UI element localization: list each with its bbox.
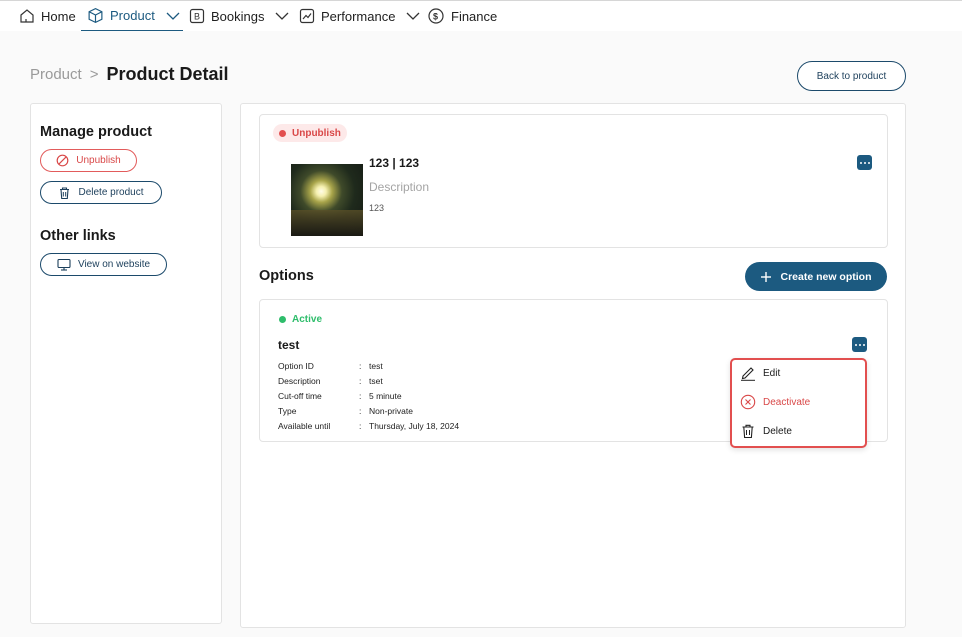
option-detail-row: Available until: Thursday, July 18, 2024 xyxy=(278,421,460,431)
ban-icon xyxy=(56,154,69,167)
nav-item-product[interactable]: Product xyxy=(81,1,183,31)
trend-icon xyxy=(299,8,315,24)
home-icon xyxy=(20,9,34,23)
option-actions-menu: Edit Deactivate Delete xyxy=(730,358,867,448)
view-on-website-button[interactable]: View on website xyxy=(40,253,167,276)
svg-text:B: B xyxy=(194,12,200,22)
unpublish-button[interactable]: Unpublish xyxy=(40,149,137,172)
chevron-down-icon xyxy=(406,12,420,20)
option-detail-row: Description: tset xyxy=(278,376,383,386)
page-title: Product Detail xyxy=(106,64,229,84)
menu-item-delete[interactable]: Delete xyxy=(740,423,792,439)
top-navigation: Home Product B Bookings Performance $ Fi… xyxy=(0,0,962,31)
pencil-icon xyxy=(741,367,755,381)
option-detail-row: Type: Non-private xyxy=(278,406,413,416)
breadcrumb-separator: > xyxy=(89,66,99,83)
nav-item-home[interactable]: Home xyxy=(19,1,76,31)
nav-label-home: Home xyxy=(41,8,76,24)
option-more-button[interactable] xyxy=(852,337,867,352)
manage-sidebar: Manage product Unpublish Delete product … xyxy=(30,103,222,624)
product-card: Unpublish 123 | 123 Description 123 xyxy=(259,114,888,248)
option-detail-value: test xyxy=(369,361,383,371)
option-detail-key: Type xyxy=(278,406,297,416)
option-detail-key: Available until xyxy=(278,421,331,431)
menu-edit-label: Edit xyxy=(763,367,781,379)
trash-icon xyxy=(60,186,70,199)
view-on-website-label: View on website xyxy=(77,259,151,270)
create-new-option-button[interactable]: Create new option xyxy=(745,262,887,291)
nav-item-finance[interactable]: $ Finance xyxy=(427,1,497,31)
cube-icon xyxy=(88,7,103,24)
product-name: 123 | 123 xyxy=(369,156,420,170)
unpublish-label: Unpublish xyxy=(76,155,121,166)
option-detail-key: Cut-off time xyxy=(278,391,322,401)
trash-icon xyxy=(742,424,754,439)
nav-label-product: Product xyxy=(110,8,155,23)
option-detail-value: tset xyxy=(369,376,383,386)
plus-icon xyxy=(761,271,772,282)
menu-item-deactivate[interactable]: Deactivate xyxy=(740,394,810,410)
option-detail-row: Cut-off time:5 minute xyxy=(278,391,402,401)
option-name: test xyxy=(278,338,300,352)
other-links-title: Other links xyxy=(40,228,116,244)
chevron-down-icon xyxy=(166,12,180,20)
back-to-product-button[interactable]: Back to product xyxy=(797,61,906,91)
monitor-icon xyxy=(57,258,71,271)
bookings-icon: B xyxy=(189,8,205,24)
delete-product-button[interactable]: Delete product xyxy=(40,181,162,204)
option-detail-value: 5 minute xyxy=(369,391,402,401)
manage-product-title: Manage product xyxy=(40,124,152,140)
nav-label-bookings: Bookings xyxy=(211,8,265,24)
back-to-product-label: Back to product xyxy=(816,70,887,82)
product-thumbnail xyxy=(291,164,363,236)
product-more-button[interactable] xyxy=(857,155,872,170)
nav-label-finance: Finance xyxy=(451,8,498,24)
option-status-label: Active xyxy=(292,313,323,325)
option-detail-row: Option ID: test xyxy=(278,361,383,371)
chevron-down-icon xyxy=(276,12,289,20)
status-label: Unpublish xyxy=(292,127,341,139)
menu-delete-label: Delete xyxy=(763,425,792,437)
menu-deactivate-label: Deactivate xyxy=(763,396,811,408)
delete-product-label: Delete product xyxy=(78,187,144,198)
breadcrumb-parent[interactable]: Product xyxy=(30,66,82,83)
options-title: Options xyxy=(259,268,314,284)
create-new-option-label: Create new option xyxy=(780,270,872,283)
option-status-badge: Active xyxy=(273,310,328,328)
dollar-cycle-icon: $ xyxy=(428,8,444,24)
option-detail-value: Thursday, July 18, 2024 xyxy=(369,421,460,431)
product-description: 123 xyxy=(369,203,385,213)
status-badge: Unpublish xyxy=(273,124,347,142)
status-dot xyxy=(279,129,286,137)
svg-text:$: $ xyxy=(433,12,438,22)
option-detail-value: Non-private xyxy=(369,406,413,416)
breadcrumb: Product > Product Detail xyxy=(30,64,229,85)
nav-label-performance: Performance xyxy=(321,8,396,24)
option-detail-key: Description xyxy=(278,376,321,386)
description-label: Description xyxy=(369,180,430,194)
nav-item-performance[interactable]: Performance xyxy=(299,1,421,31)
option-detail-key: Option ID xyxy=(278,361,314,371)
nav-item-bookings[interactable]: B Bookings xyxy=(189,1,290,31)
option-status-dot xyxy=(279,315,286,323)
menu-item-edit[interactable]: Edit xyxy=(740,365,780,381)
x-circle-icon xyxy=(740,394,756,410)
